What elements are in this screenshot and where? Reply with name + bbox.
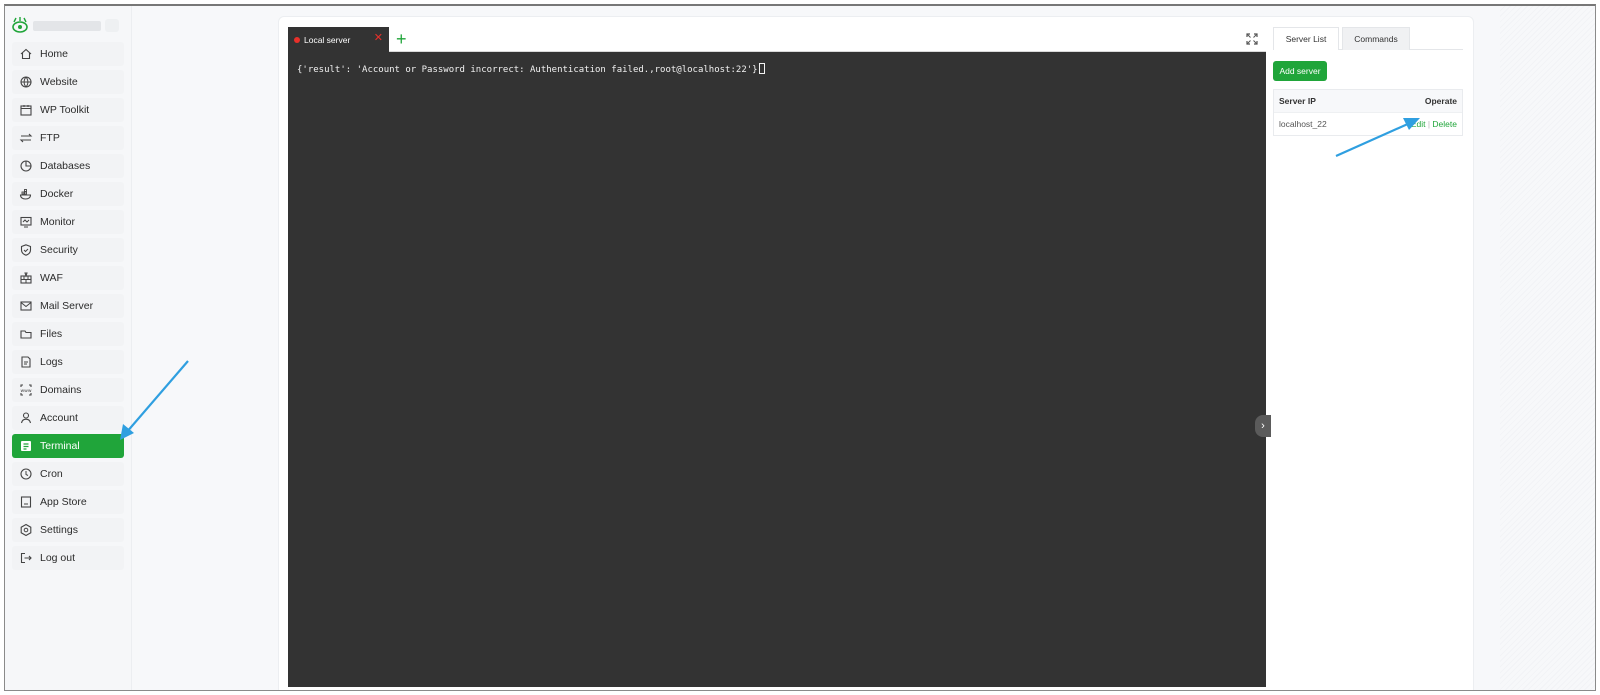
user-icon [19,411,33,425]
sidebar-item-waf[interactable]: WAF [12,266,124,290]
server-panel: Server List Commands Add server Server I… [1273,27,1463,677]
server-table: Server IP Operate localhost_22 Edit | De… [1273,89,1463,136]
sidebar-item-settings[interactable]: Settings [12,518,124,542]
edit-link[interactable]: Edit [1411,119,1426,129]
brand-badge [105,19,119,32]
terminal-icon [19,439,33,453]
sidebar-item-label: Files [40,328,63,340]
sidebar-item-label: Home [40,48,69,60]
sidebar-item-ftp[interactable]: FTP [12,126,124,150]
terminal-tabbar: Local server ✕ + [288,27,1266,52]
shield-icon [19,243,33,257]
terminal-window[interactable]: Local server ✕ + {'result': 'Account or … [288,27,1266,687]
fullscreen-icon[interactable] [1246,33,1258,45]
table-header: Server IP Operate [1274,90,1462,112]
clock-icon [19,467,33,481]
collapse-panel-toggle[interactable]: › [1255,415,1271,437]
header-server-ip: Server IP [1279,96,1316,106]
calendar-icon [19,103,33,117]
sidebar-item-label: Account [40,412,78,424]
sidebar-item-home[interactable]: Home [12,42,124,66]
firewall-icon [19,271,33,285]
tab-commands[interactable]: Commands [1342,27,1410,50]
tab-server-list[interactable]: Server List [1273,27,1339,50]
database-icon [19,159,33,173]
sidebar-item-label: Log out [40,552,76,564]
sidebar-item-docker[interactable]: Docker [12,182,124,206]
sidebar-item-label: WP Toolkit [40,104,90,116]
sidebar-item-domains[interactable]: www Domains [12,378,124,402]
sidebar-item-label: FTP [40,132,60,144]
sidebar-item-monitor[interactable]: Monitor [12,210,124,234]
sidebar-item-label: WAF [40,272,63,284]
sidebar-item-label: Terminal [40,440,80,452]
log-icon [19,355,33,369]
sidebar-item-label: Docker [40,188,74,200]
sidebar-item-label: Website [40,76,78,88]
sidebar-item-files[interactable]: Files [12,322,124,346]
sidebar-item-mail-server[interactable]: Mail Server [12,294,124,318]
header-operate: Operate [1424,96,1457,106]
brand [11,16,121,36]
sidebar-item-label: Mail Server [40,300,94,312]
folder-icon [19,327,33,341]
mail-icon [19,299,33,313]
sidebar-item-label: Monitor [40,216,76,228]
logo-icon [12,17,28,33]
store-icon [19,495,33,509]
svg-text:www: www [20,389,31,394]
sidebar-item-terminal[interactable]: Terminal [12,434,124,458]
sidebar-item-databases[interactable]: Databases [12,154,124,178]
monitor-icon [19,215,33,229]
server-panel-tabs: Server List Commands [1273,27,1463,50]
sidebar-item-label: Settings [40,524,78,536]
sidebar-item-label: Logs [40,356,63,368]
sidebar-item-log-out[interactable]: Log out [12,546,124,570]
terminal-cursor [758,63,765,74]
add-tab-icon[interactable]: + [396,30,407,48]
globe-icon [19,75,33,89]
terminal-output: {'result': 'Account or Password incorrec… [297,63,765,75]
sidebar: Home Website WP Toolkit FTP Databases Docker M… [5,6,132,690]
sidebar-item-label: Domains [40,384,82,396]
sidebar-item-cron[interactable]: Cron [12,462,124,486]
app-window: Home Website WP Toolkit FTP Databases Docker M… [4,4,1596,691]
table-row: localhost_22 Edit | Delete [1274,112,1462,135]
domain-icon: www [19,383,33,397]
add-server-button[interactable]: Add server [1273,61,1327,81]
terminal-output-text: {'result': 'Account or Password incorrec… [297,65,758,75]
sidebar-item-website[interactable]: Website [12,70,124,94]
settings-icon [19,523,33,537]
transfer-icon [19,131,33,145]
sidebar-item-account[interactable]: Account [12,406,124,430]
sidebar-item-label: App Store [40,496,87,508]
brand-name-redacted [33,21,101,31]
home-icon [19,47,33,61]
sidebar-item-label: Security [40,244,78,256]
delete-link[interactable]: Delete [1432,119,1457,129]
close-tab-icon[interactable]: ✕ [374,32,383,44]
terminal-tab-local-server[interactable]: Local server ✕ [288,27,389,52]
logout-icon [19,551,33,565]
sidebar-item-logs[interactable]: Logs [12,350,124,374]
server-ip-cell: localhost_22 [1279,119,1327,129]
background-pattern [1500,6,1595,690]
sidebar-item-label: Cron [40,468,63,480]
sidebar-item-app-store[interactable]: App Store [12,490,124,514]
status-dot-icon [294,36,300,43]
docker-icon [19,187,33,201]
sidebar-item-wp-toolkit[interactable]: WP Toolkit [12,98,124,122]
terminal-tab-label: Local server [304,34,351,45]
sidebar-nav: Home Website WP Toolkit FTP Databases Docker M… [12,42,124,574]
sidebar-item-security[interactable]: Security [12,238,124,262]
sidebar-item-label: Databases [40,160,91,172]
